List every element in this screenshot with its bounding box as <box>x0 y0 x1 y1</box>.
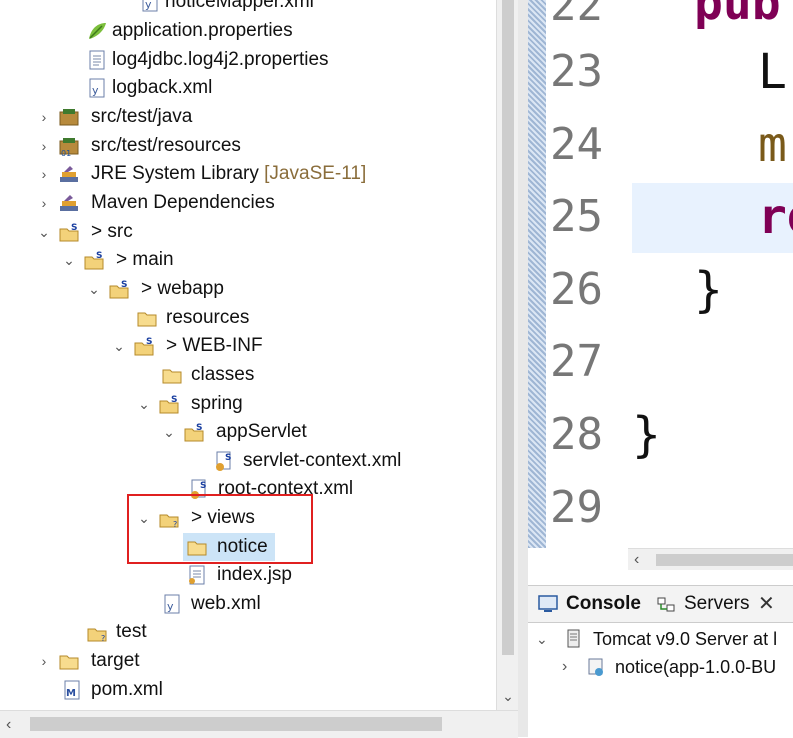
tree-horizontal-scrollbar[interactable]: ‹ <box>0 710 518 738</box>
tree-vertical-scrollbar[interactable]: ⌄ <box>496 0 519 710</box>
svg-text:S: S <box>71 223 77 233</box>
chevron-down-icon[interactable]: ⌄ <box>61 246 77 274</box>
code-line[interactable]: pub <box>694 0 781 39</box>
chevron-down-icon[interactable]: ⌄ <box>86 275 102 303</box>
scroll-left-icon[interactable]: ‹ <box>6 711 26 738</box>
folder-icon <box>137 312 157 327</box>
console-icon <box>538 595 558 612</box>
library-name: JRE System Library <box>91 163 259 184</box>
chevron-down-icon[interactable]: ⌄ <box>536 625 552 653</box>
editor-horizontal-scrollbar[interactable]: ‹ <box>628 548 793 570</box>
line-number: 27 <box>550 336 603 387</box>
server-label: Tomcat v9.0 Server at l <box>593 629 778 649</box>
line-number: 26 <box>550 264 603 315</box>
annotation-box <box>127 494 313 564</box>
servers-icon <box>657 597 675 612</box>
svg-text:S: S <box>146 337 152 347</box>
code-line[interactable]: re <box>758 181 793 253</box>
code-line[interactable]: m <box>758 109 787 181</box>
library-icon <box>60 195 78 211</box>
close-icon[interactable]: ✕ <box>758 586 775 622</box>
console-panel: Console Servers ✕ ⌄ Tomcat v9.0 Server a… <box>528 585 793 738</box>
xml-file-icon: y <box>89 78 105 98</box>
chevron-right-icon[interactable]: › <box>36 647 52 675</box>
scroll-down-icon[interactable]: ⌄ <box>497 684 519 708</box>
code-line[interactable]: } <box>694 254 723 326</box>
svg-text:S: S <box>225 453 231 463</box>
scroll-thumb[interactable] <box>656 554 793 566</box>
svg-text:S: S <box>121 280 127 290</box>
xml-file-icon: y <box>142 0 158 12</box>
scroll-left-icon[interactable]: ‹ <box>634 549 639 570</box>
module-icon <box>588 658 603 676</box>
svg-text:S: S <box>96 251 102 261</box>
xml-file-icon: y <box>164 594 180 614</box>
svg-text:S: S <box>200 481 206 491</box>
server-icon <box>567 629 580 648</box>
svg-text:y: y <box>167 600 174 613</box>
panel-tabs: Console Servers ✕ <box>528 586 793 623</box>
chevron-down-icon[interactable]: ⌄ <box>36 218 52 246</box>
svg-text:y: y <box>145 0 152 11</box>
svn-folder-icon: S <box>59 223 79 242</box>
source-folder-icon: 01 <box>59 138 79 157</box>
jsp-file-icon <box>189 565 205 585</box>
svg-text:S: S <box>196 423 202 433</box>
scroll-thumb[interactable] <box>502 0 514 655</box>
line-number: 23 <box>550 46 603 97</box>
svn-folder-icon: S <box>184 423 204 442</box>
text-file-icon <box>89 50 105 70</box>
overview-ruler <box>528 0 546 548</box>
chevron-down-icon[interactable]: ⌄ <box>111 332 127 360</box>
chevron-right-icon[interactable]: › <box>36 103 52 131</box>
source-folder-icon <box>59 109 79 126</box>
svn-folder-icon: ? <box>87 628 107 643</box>
code-line[interactable]: L <box>758 36 787 108</box>
svg-text:?: ? <box>101 634 105 643</box>
library-icon <box>60 166 78 182</box>
svg-text:M: M <box>66 688 76 699</box>
code-line[interactable]: } <box>632 399 661 471</box>
project-explorer: y noticeMapper.xml application.propertie… <box>0 0 496 710</box>
module-label: notice(app-1.0.0-BU <box>615 657 777 677</box>
svg-text:y: y <box>92 84 99 97</box>
spring-xml-icon: S <box>216 451 231 471</box>
svg-text:S: S <box>171 395 177 405</box>
svn-folder-icon: S <box>134 337 154 356</box>
line-number: 25 <box>550 191 603 242</box>
properties-file-icon <box>89 23 106 39</box>
pane-divider[interactable] <box>518 0 528 737</box>
svn-folder-icon: S <box>159 395 179 414</box>
chevron-right-icon[interactable]: › <box>36 160 52 188</box>
folder-icon <box>59 655 79 670</box>
chevron-down-icon[interactable]: ⌄ <box>161 418 177 446</box>
scroll-thumb[interactable] <box>30 717 442 731</box>
tab-servers-label: Servers <box>684 593 750 614</box>
svn-folder-icon: S <box>84 251 104 270</box>
svg-text:01: 01 <box>61 149 71 157</box>
line-number: 28 <box>550 409 603 460</box>
code-editor[interactable]: 22 pub 23 L 24 m 25 re 26 } 27 28 } 29 ‹ <box>528 0 793 570</box>
tab-console-label: Console <box>566 593 641 614</box>
chevron-right-icon[interactable]: › <box>36 189 52 217</box>
chevron-right-icon[interactable]: › <box>562 653 578 681</box>
svn-folder-icon: S <box>109 280 129 299</box>
line-number: 29 <box>550 482 603 533</box>
chevron-right-icon[interactable]: › <box>36 132 52 160</box>
line-number: 24 <box>550 119 603 170</box>
folder-icon <box>162 369 182 384</box>
jre-version-decorator: [JavaSE-11] <box>264 163 367 184</box>
maven-pom-icon: M <box>64 680 80 700</box>
chevron-down-icon[interactable]: ⌄ <box>136 390 152 418</box>
